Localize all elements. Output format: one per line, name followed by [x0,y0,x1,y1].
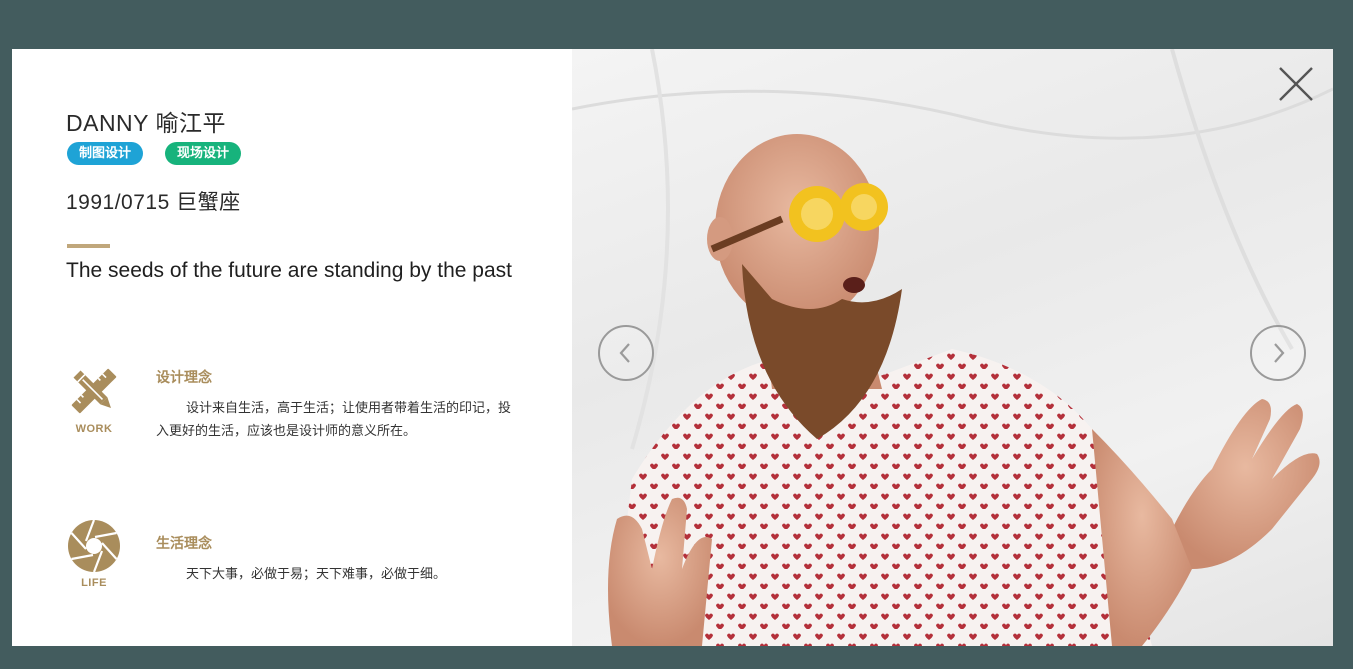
motto-text: The seeds of the future are standing by … [66,259,512,282]
work-caption: WORK [75,423,113,435]
pencil-ruler-icon [71,368,117,414]
chevron-left-icon [619,343,630,363]
close-button[interactable] [1275,63,1317,105]
design-philosophy-text: 设计来自生活，高于生活；让使用者带着生活的印记，投入更好的生活，应该也是设计师的… [156,401,512,439]
life-philosophy-text: 天下大事，必做于易；天下难事，必做于细。 [186,567,447,582]
life-section-icon: LIFE [64,519,124,589]
life-caption: LIFE [81,577,107,589]
divider-line [67,244,110,248]
prev-photo-button[interactable] [598,325,654,381]
birth-date: 1991/0715 巨蟹座 [66,191,241,214]
tag-drafting-design: 制图设计 [67,142,144,165]
profile-name: DANNY 喻江平 [66,110,226,136]
profile-info-panel: DANNY 喻江平 制图设计 现场设计 1991/0715 巨蟹座 The se… [12,49,572,646]
close-icon [1279,67,1313,101]
profile-modal: DANNY 喻江平 制图设计 现场设计 1991/0715 巨蟹座 The se… [12,49,1333,646]
work-section-icon: WORK [64,363,124,435]
chevron-right-icon [1274,343,1285,363]
portrait-illustration [572,49,1333,646]
profile-photo [572,49,1333,646]
design-philosophy-title: 设计理念 [156,370,212,386]
tag-onsite-design: 现场设计 [165,142,242,165]
next-photo-button[interactable] [1250,325,1306,381]
life-philosophy-title: 生活理念 [156,536,212,552]
camera-aperture-icon [68,519,120,573]
